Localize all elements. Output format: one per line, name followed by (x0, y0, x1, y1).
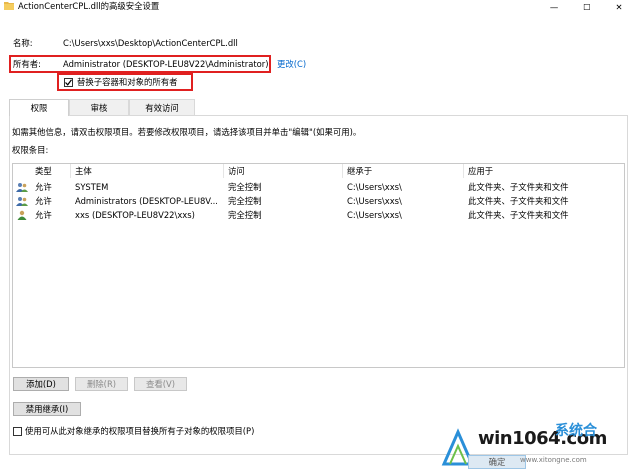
info-text: 如需其他信息，请双击权限项目。若要修改权限项目，请选择该项目并单击"编辑"(如果… (12, 127, 362, 137)
close-button[interactable]: ✕ (604, 0, 634, 13)
column-header-principal[interactable]: 主体 (71, 164, 224, 178)
title-bar: ActionCenterCPL.dll的高级安全设置 — ☐ ✕ (0, 0, 635, 13)
tab-effective-access[interactable]: 有效访问 (129, 99, 195, 115)
window-title: ActionCenterCPL.dll的高级安全设置 (18, 1, 160, 11)
permission-entries-table[interactable]: 类型 主体 访问 继承于 应用于 允许 SYSTEM 完全控制 C:\Users… (12, 163, 625, 368)
row-type: 允许 (35, 196, 52, 206)
replace-owner-checkbox[interactable] (64, 78, 73, 87)
permission-entries-label: 权限条目: (12, 145, 49, 155)
row-type: 允许 (35, 210, 52, 220)
name-label: 名称: (13, 38, 33, 48)
row-access: 完全控制 (228, 210, 262, 220)
column-header-access[interactable]: 访问 (224, 164, 343, 178)
column-header-type[interactable]: 类型 (31, 164, 71, 178)
maximize-button[interactable]: ☐ (572, 0, 602, 13)
row-principal: Administrators (DESKTOP-LEU8V... (75, 196, 218, 206)
row-access: 完全控制 (228, 182, 262, 192)
remove-button[interactable]: 删除(R) (75, 377, 128, 391)
row-principal: SYSTEM (75, 182, 109, 192)
owner-value: Administrator (DESKTOP-LEU8V22\Administr… (63, 59, 269, 69)
column-header-applies-to[interactable]: 应用于 (464, 164, 625, 178)
row-applies-to: 此文件夹、子文件夹和文件 (468, 210, 569, 220)
owner-label: 所有者: (13, 59, 41, 69)
minimize-button[interactable]: — (539, 0, 569, 13)
change-owner-link[interactable]: 更改(C) (277, 59, 306, 70)
replace-child-permissions-checkbox[interactable] (13, 427, 22, 436)
row-principal: xxs (DESKTOP-LEU8V22\xxs) (75, 210, 195, 220)
row-inherited-from: C:\Users\xxs\ (347, 210, 402, 220)
tab-permissions[interactable]: 权限 (9, 99, 69, 116)
user-group-icon (16, 182, 28, 192)
checkmark-icon (65, 79, 72, 86)
tab-audit[interactable]: 审核 (69, 99, 129, 115)
user-group-icon (16, 196, 28, 206)
row-inherited-from: C:\Users\xxs\ (347, 196, 402, 206)
ok-button[interactable]: 确定 (468, 455, 526, 469)
name-value: C:\Users\xxs\Desktop\ActionCenterCPL.dll (63, 38, 238, 48)
view-button[interactable]: 查看(V) (134, 377, 187, 391)
column-header-inherited-from[interactable]: 继承于 (343, 164, 464, 178)
disable-inheritance-button[interactable]: 禁用继承(I) (13, 402, 81, 416)
user-icon (16, 210, 28, 220)
replace-child-permissions-label[interactable]: 使用可从此对象继承的权限项目替换所有子对象的权限项目(P) (25, 426, 254, 437)
table-row[interactable]: 允许 Administrators (DESKTOP-LEU8V... 完全控制… (13, 194, 624, 208)
folder-icon (4, 1, 14, 10)
table-row[interactable]: 允许 xxs (DESKTOP-LEU8V22\xxs) 完全控制 C:\Use… (13, 208, 624, 222)
watermark-url-text: www.xitongne.com (520, 456, 587, 464)
row-inherited-from: C:\Users\xxs\ (347, 182, 402, 192)
row-applies-to: 此文件夹、子文件夹和文件 (468, 196, 569, 206)
watermark-brand-text: 系统合 (555, 423, 597, 439)
table-row[interactable]: 允许 SYSTEM 完全控制 C:\Users\xxs\ 此文件夹、子文件夹和文… (13, 180, 624, 194)
add-button[interactable]: 添加(D) (13, 377, 69, 391)
row-access: 完全控制 (228, 196, 262, 206)
replace-owner-label[interactable]: 替换子容器和对象的所有者 (77, 77, 178, 88)
row-type: 允许 (35, 182, 52, 192)
row-applies-to: 此文件夹、子文件夹和文件 (468, 182, 569, 192)
